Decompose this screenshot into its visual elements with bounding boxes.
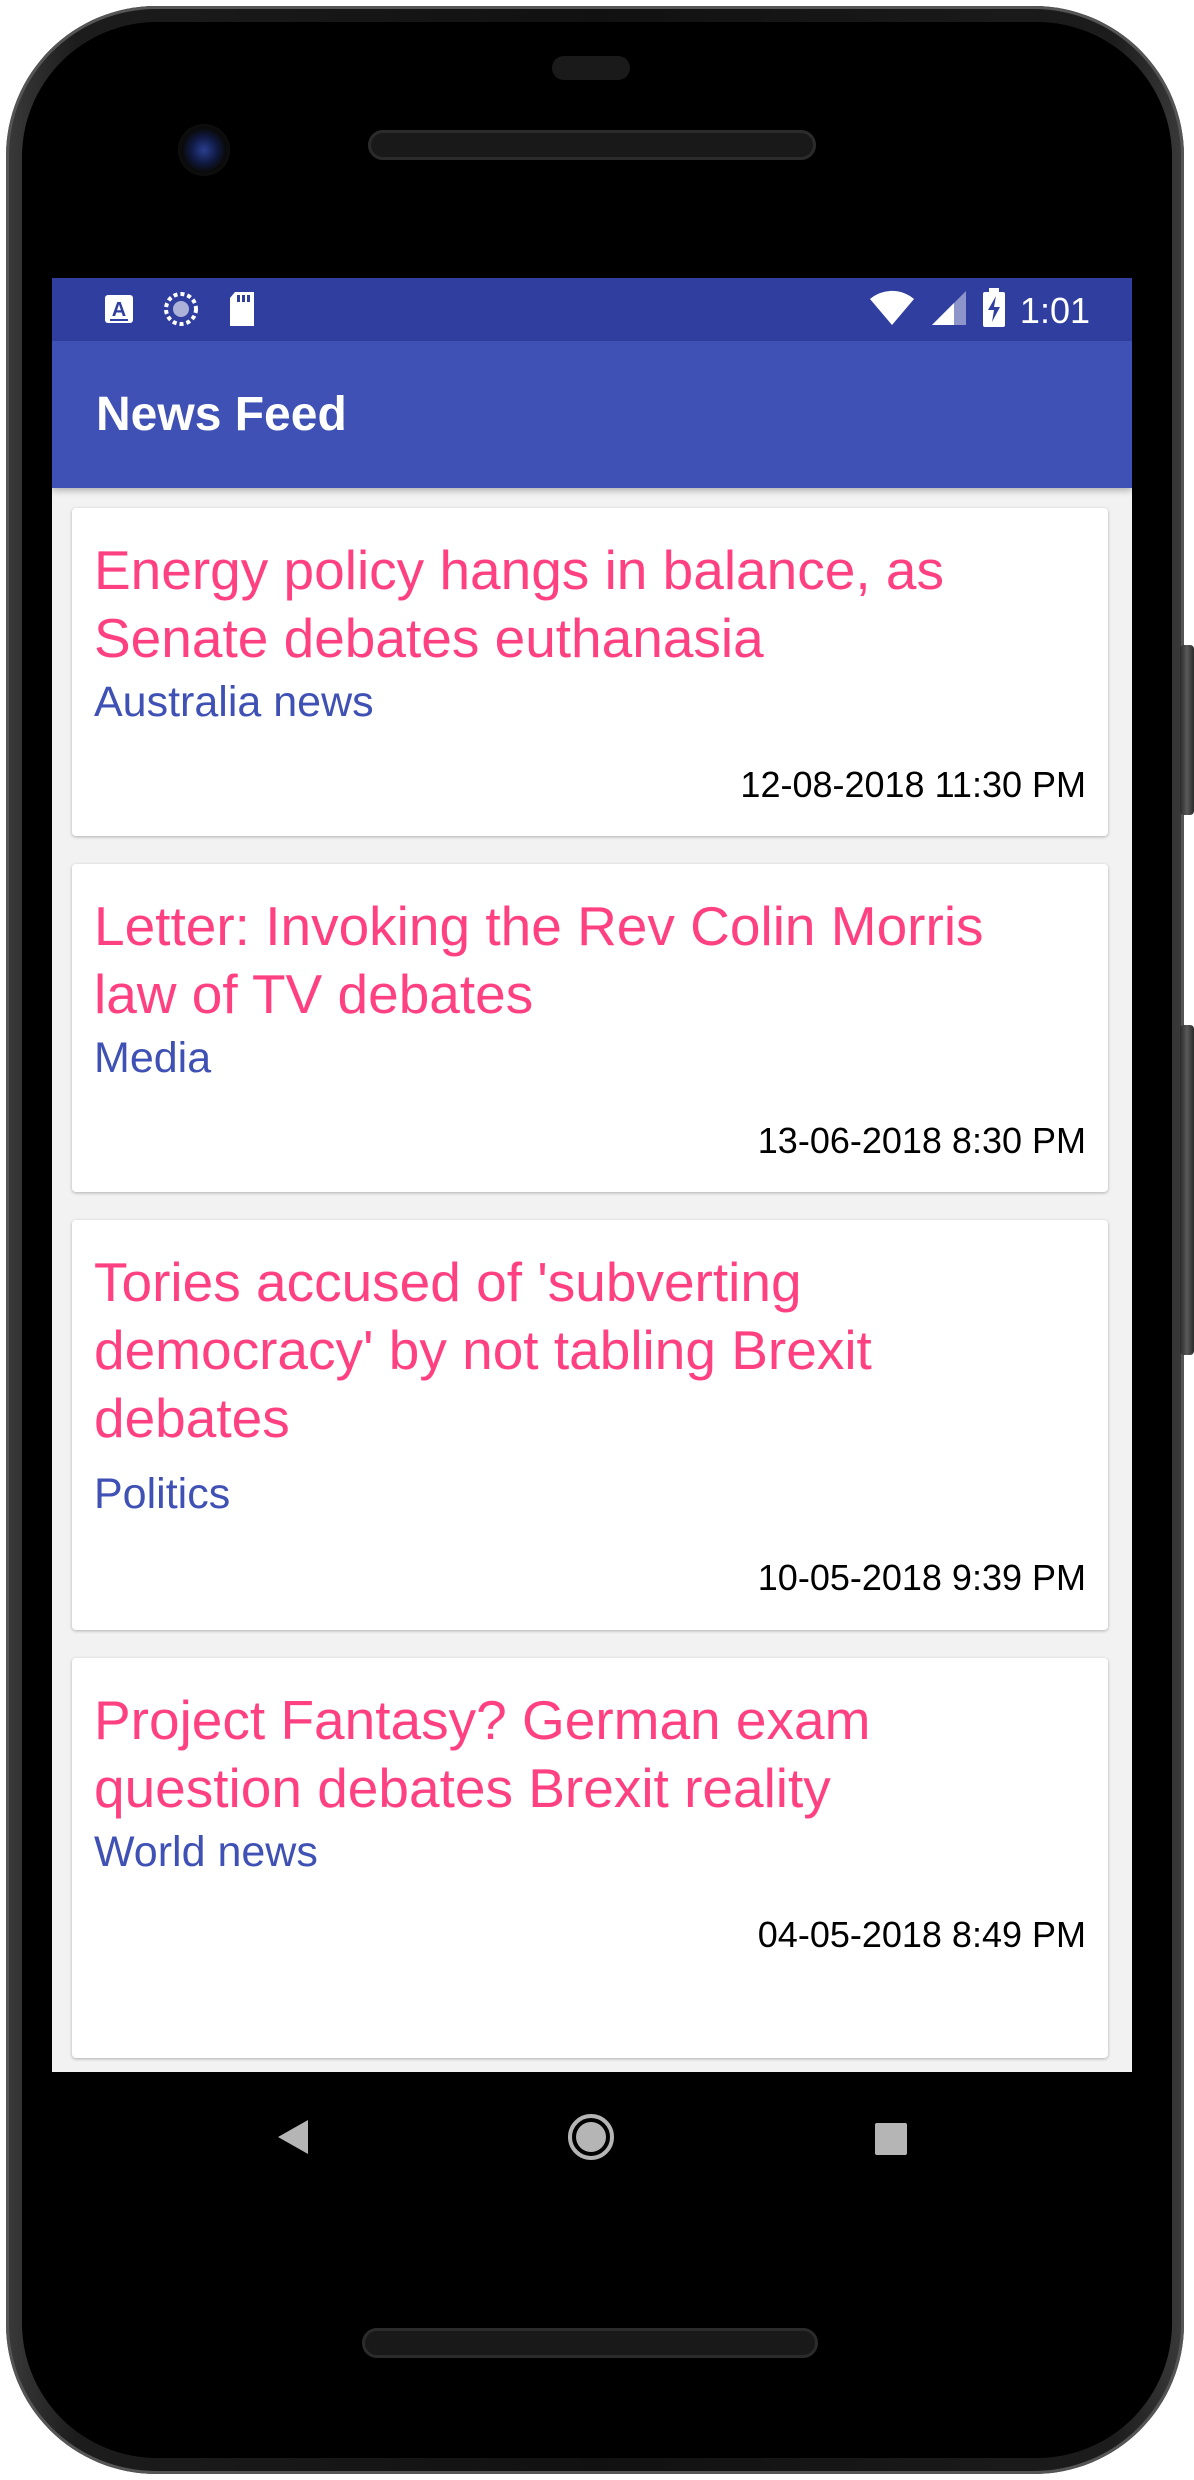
article-title: Letter: Invoking the Rev Colin Morris la… bbox=[94, 895, 984, 1025]
svg-text:A: A bbox=[112, 299, 126, 321]
news-card[interactable]: Letter: Invoking the Rev Colin Morris la… bbox=[72, 864, 1108, 1192]
earpiece-slot bbox=[552, 56, 630, 80]
battery-charging-icon bbox=[982, 288, 1006, 333]
sync-icon bbox=[162, 290, 200, 333]
news-card[interactable]: Energy policy hangs in balance, as Senat… bbox=[72, 508, 1108, 836]
article-section: Australia news bbox=[94, 678, 374, 726]
page-title: News Feed bbox=[96, 388, 347, 441]
article-date: 13-06-2018 8:30 PM bbox=[757, 1120, 1086, 1161]
top-speaker-grille bbox=[368, 130, 816, 160]
front-camera-icon bbox=[178, 124, 230, 176]
article-title: Energy policy hangs in balance, as Senat… bbox=[94, 539, 944, 669]
article-date: 04-05-2018 8:49 PM bbox=[757, 1914, 1086, 1955]
volume-button bbox=[1180, 1025, 1194, 1355]
article-title: Tories accused of 'subverting democracy'… bbox=[94, 1251, 872, 1449]
article-date: 12-08-2018 11:30 PM bbox=[740, 764, 1086, 805]
article-title: Project Fantasy? German exam question de… bbox=[94, 1689, 871, 1819]
article-date: 10-05-2018 9:39 PM bbox=[757, 1557, 1086, 1598]
home-icon[interactable] bbox=[566, 2112, 616, 2167]
power-button bbox=[1180, 645, 1194, 815]
news-feed-list[interactable]: Energy policy hangs in balance, as Senat… bbox=[52, 488, 1132, 2072]
article-section: Politics bbox=[94, 1470, 231, 1518]
recents-icon[interactable] bbox=[874, 2122, 908, 2161]
status-time: 1:01 bbox=[1019, 289, 1090, 331]
news-card[interactable]: Project Fantasy? German exam question de… bbox=[72, 1658, 1108, 2058]
bottom-speaker-grille bbox=[362, 2328, 818, 2358]
signal-icon bbox=[930, 289, 968, 332]
status-bar: A 1:01 bbox=[52, 278, 1132, 341]
article-section: Media bbox=[94, 1034, 212, 1082]
wifi-icon bbox=[868, 289, 916, 332]
back-icon[interactable] bbox=[276, 2118, 310, 2161]
app-bar: News Feed bbox=[52, 341, 1132, 488]
sd-card-icon bbox=[226, 290, 258, 333]
article-section: World news bbox=[94, 1828, 318, 1876]
news-card[interactable]: Tories accused of 'subverting democracy'… bbox=[72, 1220, 1108, 1630]
a-notification-icon: A bbox=[102, 292, 136, 331]
screen: A 1:01 News Feed Energy policy hangs in … bbox=[52, 278, 1132, 2072]
